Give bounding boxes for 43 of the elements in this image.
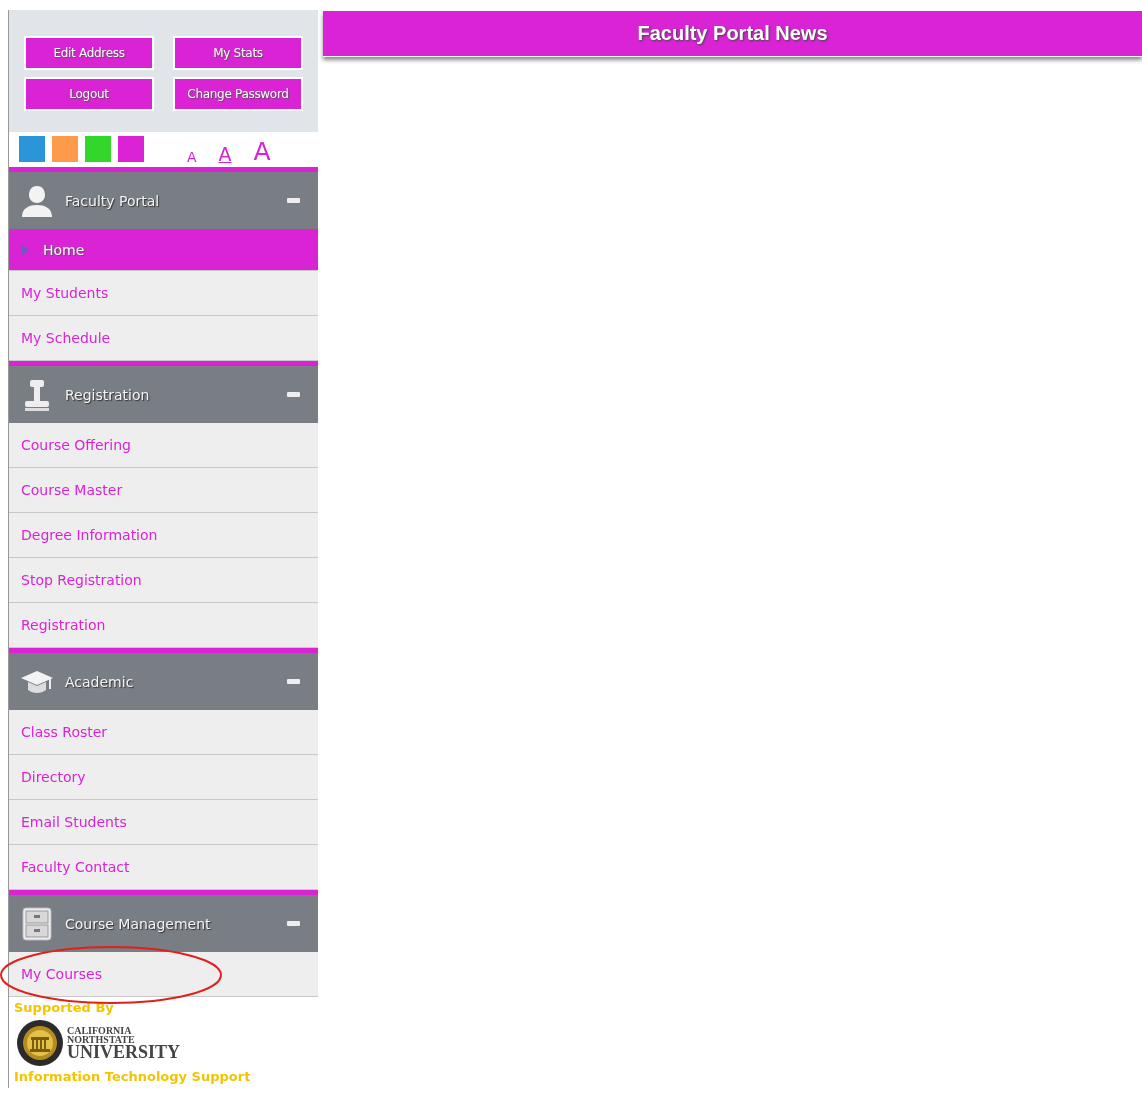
section-header[interactable]: Course Management [9,890,318,952]
section-title: Course Management [65,915,212,932]
account-button[interactable]: My Stats [173,36,303,70]
collapse-icon[interactable] [287,198,300,203]
account-button[interactable]: Change Password [173,77,303,111]
section-title: Faculty Portal [65,192,161,209]
section-title: Registration [65,386,151,403]
menu-item[interactable]: My Students [9,271,318,316]
menu-item[interactable]: My Courses [9,952,318,997]
menu-item[interactable]: Faculty Contact [9,845,318,890]
collapse-icon[interactable] [287,392,300,397]
menu-item[interactable]: Directory [9,755,318,800]
news-header: Faculty Portal News [323,11,1142,57]
menu-item[interactable]: My Schedule [9,316,318,361]
account-button[interactable]: Edit Address [24,36,154,70]
menu-item[interactable]: Course Offering [9,423,318,468]
theme-swatch[interactable] [19,136,45,162]
theme-swatch[interactable] [52,136,78,162]
cabinet-icon [19,905,55,942]
university-seal-icon [16,1019,64,1067]
menu-item[interactable]: Course Master [9,468,318,513]
theme-swatch[interactable] [85,136,111,162]
supported-by-label: Supported By [14,1000,115,1015]
menu-item[interactable]: Email Students [9,800,318,845]
font-size-link[interactable]: A [253,139,271,164]
department-label: Information Technology Support [14,1069,252,1084]
collapse-icon[interactable] [287,921,300,926]
menu-item[interactable]: Stop Registration [9,558,318,603]
menu-item[interactable]: Home [9,229,318,271]
theme-swatch[interactable] [118,136,144,162]
section-header[interactable]: Academic [9,648,318,710]
section-header[interactable]: Faculty Portal [9,167,318,229]
section-header[interactable]: Registration [9,361,318,423]
account-button[interactable]: Logout [24,77,154,111]
section-title: Academic [65,673,135,690]
collapse-icon[interactable] [287,679,300,684]
menu-item[interactable]: Degree Information [9,513,318,558]
font-size-link[interactable]: A [187,150,197,164]
university-logo-text: CALIFORNIA NORTHSTATE UNIVERSITY [67,1025,181,1061]
arrow-icon [21,243,29,256]
menu-item[interactable]: Class Roster [9,710,318,755]
font-size-link[interactable]: A [218,145,232,164]
menu-item[interactable]: Registration [9,603,318,648]
